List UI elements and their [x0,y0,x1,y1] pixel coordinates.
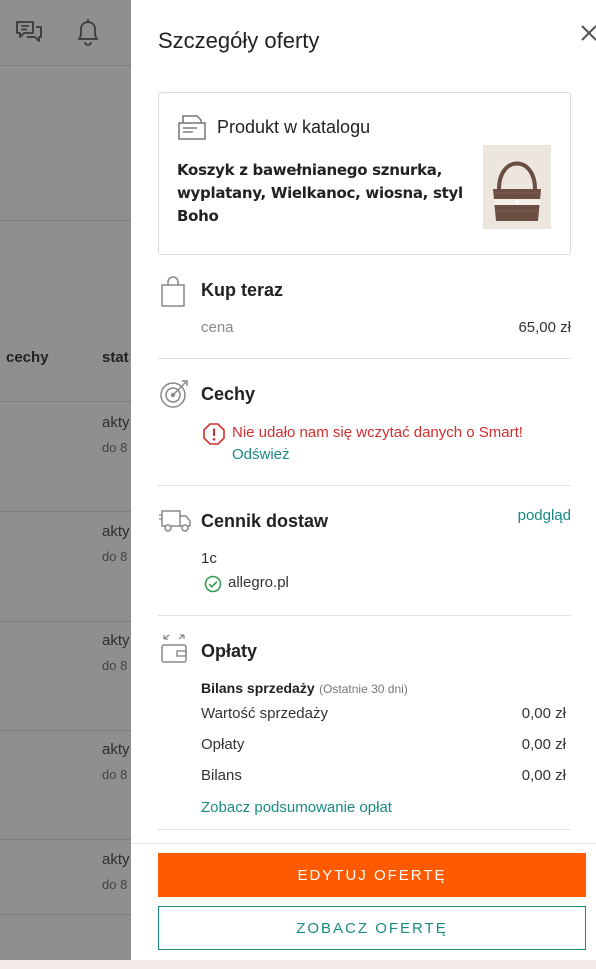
row-substatus: do 8 [102,549,128,564]
shipping-tariff: 1c [201,550,217,567]
fees-row-label: Bilans [201,767,242,784]
product-name: Koszyk z bawełnianego sznurka, wyplatany… [177,161,463,225]
features-error-message: Nie udało nam się wczytać danych o Smart… [232,424,523,441]
price-value: 65,00 zł [518,319,571,336]
messages-icon [14,18,44,53]
column-header-cechy: cechy [6,349,49,366]
wallet-icon [159,633,191,670]
panel-title: Szczegóły oferty [158,28,320,53]
fees-summary-link[interactable]: Zobacz podsumowanie opłat [201,799,392,816]
row-substatus: do 8 [102,877,128,892]
close-icon[interactable] [578,22,596,44]
fees-row-value: 0,00 zł [521,767,566,784]
view-offer-button[interactable]: ZOBACZ OFERTĘ [158,906,586,950]
catalog-icon [177,113,207,146]
background-divider [0,220,131,221]
section-divider [158,615,571,616]
edit-offer-button[interactable]: EDYTUJ OFERTĘ [158,853,586,897]
fees-row-value: 0,00 zł [521,736,566,753]
sales-balance-title: Bilans sprzedaży [201,680,315,696]
table-row: akty do 8 [0,414,131,522]
row-substatus: do 8 [102,767,128,782]
background-divider [0,730,131,731]
table-row: akty do 8 [0,851,131,959]
fees-row-label: Wartość sprzedaży [201,705,328,722]
background-divider [0,839,131,840]
buy-now-title: Kup teraz [201,280,284,300]
row-substatus: do 8 [102,658,128,673]
product-thumbnail[interactable] [483,145,551,229]
catalog-title: Produkt w katalogu [217,117,371,137]
error-icon [202,422,226,451]
row-status: akty [102,414,130,431]
sales-balance-note: (Ostatnie 30 dni) [319,682,408,696]
bell-icon [73,16,103,53]
fees-row-label: Opłaty [201,736,245,753]
footer-divider [131,843,596,844]
background-divider [0,401,131,402]
row-status: akty [102,632,130,649]
sales-balance-heading: Bilans sprzedaży (Ostatnie 30 dni) [201,680,408,698]
background-divider [0,621,131,622]
refresh-link[interactable]: Odśwież [232,446,290,463]
table-row: akty do 8 [0,741,131,849]
fees-title: Opłaty [201,641,258,661]
shipping-preview-link[interactable]: podgląd [501,507,571,524]
offer-details-panel: Szczegóły oferty Produkt w katalogu Kosz… [131,0,596,960]
background-divider [0,511,131,512]
background-divider [0,914,131,915]
background-app: cechy stat akty do 8 akty do 8 akty do 8… [0,0,131,960]
table-row: akty do 8 [0,632,131,740]
check-circle-icon [204,575,222,598]
table-row: akty do 8 [0,523,131,631]
row-status: akty [102,851,130,868]
shopping-bag-icon [159,276,187,313]
target-icon [159,378,191,415]
truck-icon [159,505,193,540]
row-status: akty [102,523,130,540]
catalog-product-card: Produkt w katalogu Koszyk z bawełnianego… [158,92,571,255]
shipping-title: Cennik dostaw [201,511,329,531]
section-divider [158,829,571,830]
section-divider [158,358,571,359]
features-title: Cechy [201,384,256,404]
row-substatus: do 8 [102,440,128,455]
column-header-status: stat [102,349,129,366]
background-topbar [0,0,131,66]
row-status: akty [102,741,130,758]
section-divider [158,485,571,486]
fees-row-value: 0,00 zł [521,705,566,722]
price-label: cena [201,319,234,336]
shipping-site: allegro.pl [228,574,289,591]
